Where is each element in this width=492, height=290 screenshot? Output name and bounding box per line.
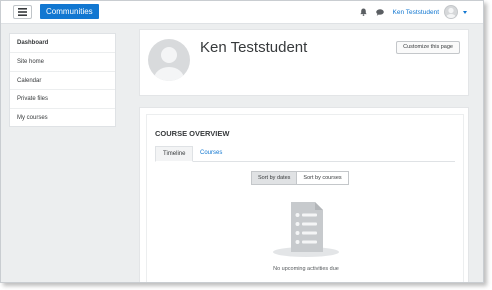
tab-courses[interactable]: Courses [193, 146, 229, 162]
profile-avatar [148, 39, 190, 81]
page-header: Ken Teststudent Customize this page [139, 29, 469, 96]
sidebar-item-calendar[interactable]: Calendar [10, 72, 115, 91]
site-brand-link[interactable]: Communities [40, 4, 99, 19]
user-name-link[interactable]: Ken Teststudent [393, 9, 440, 16]
tab-timeline[interactable]: Timeline [155, 146, 194, 162]
sort-by-dates-button[interactable]: Sort by dates [251, 171, 297, 185]
course-overview-inner: COURSE OVERVIEW Timeline Courses Sort by… [146, 114, 464, 282]
sidebar-item-site-home[interactable]: Site home [10, 53, 115, 72]
avatar[interactable] [444, 5, 458, 19]
sidebar-item-my-courses[interactable]: My courses [10, 109, 115, 128]
hamburger-icon[interactable] [13, 5, 32, 19]
nav-drawer: Dashboard Site home Calendar Private fil… [9, 33, 116, 127]
sort-button-group: Sort by dates Sort by courses [251, 171, 349, 185]
overview-tabs: Timeline Courses [155, 146, 455, 162]
empty-state-message: No upcoming activities due [273, 266, 339, 272]
user-nav: Ken Teststudent [359, 4, 467, 20]
customize-page-button[interactable]: Customize this page [396, 41, 460, 54]
bell-icon[interactable] [359, 8, 367, 16]
sidebar-item-dashboard[interactable]: Dashboard [10, 34, 115, 53]
page-title: Ken Teststudent [200, 39, 308, 56]
document-list-icon [271, 200, 341, 260]
block-title: COURSE OVERVIEW [155, 129, 230, 138]
sort-by-courses-button[interactable]: Sort by courses [296, 171, 349, 185]
navbar: Communities Ken Teststudent [1, 1, 483, 24]
caret-down-icon[interactable] [463, 10, 467, 14]
chat-bubble-icon[interactable] [375, 8, 384, 16]
sidebar-item-private-files[interactable]: Private files [10, 90, 115, 110]
browser-frame: Communities Ken Teststudent Dashboard Si… [0, 0, 484, 283]
course-overview-block: COURSE OVERVIEW Timeline Courses Sort by… [139, 107, 469, 282]
